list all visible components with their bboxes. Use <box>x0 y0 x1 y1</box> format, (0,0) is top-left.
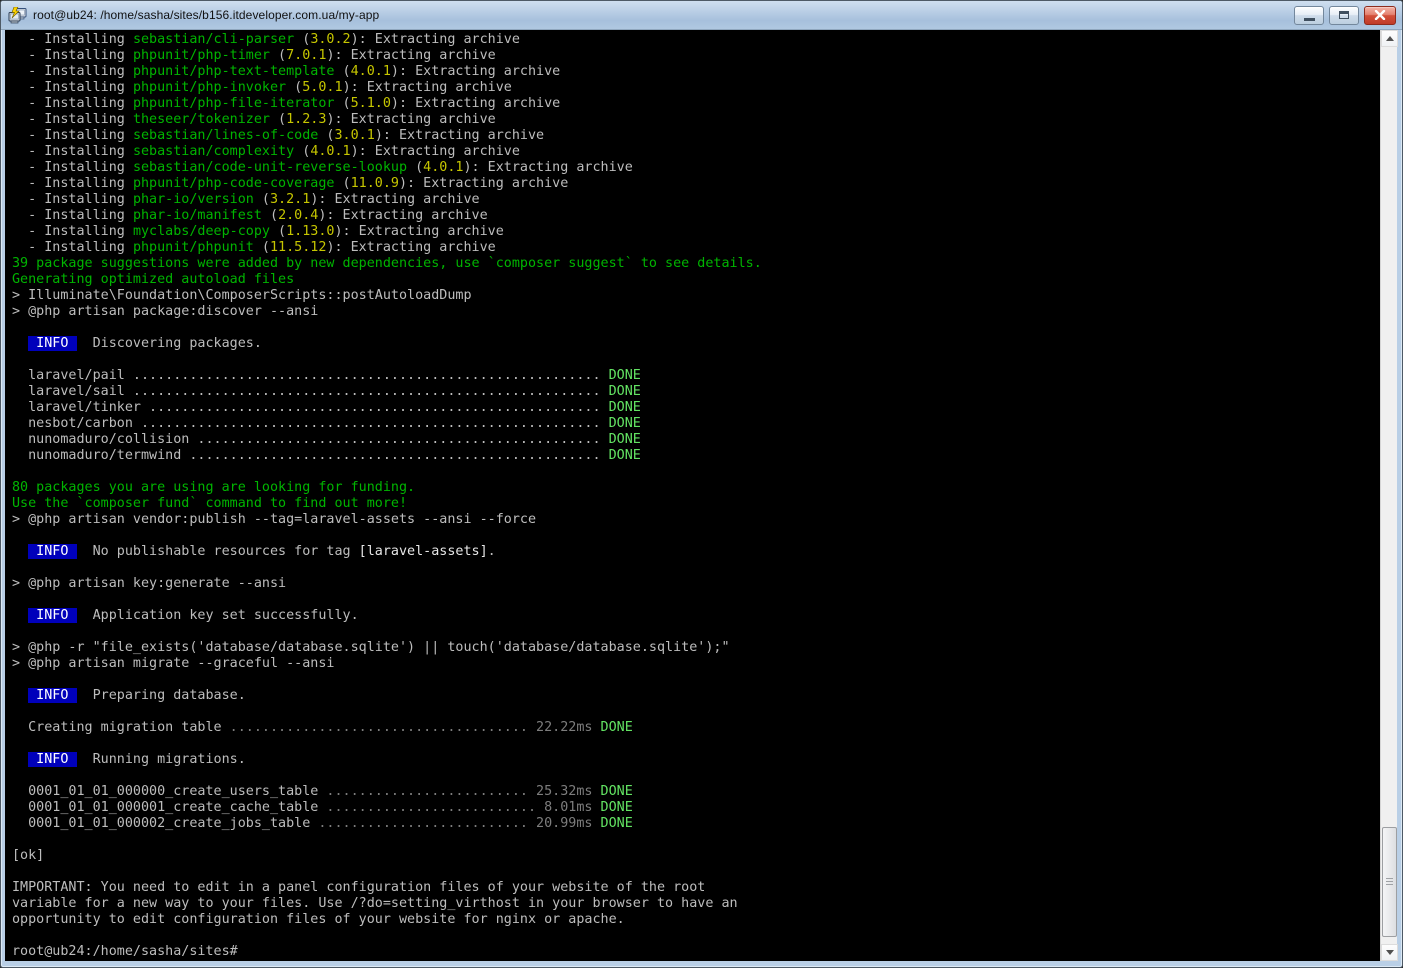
terminal-line: - Installing phar-io/version (3.2.1): Ex… <box>12 192 1380 208</box>
terminal-line: root@ub24:/home/sasha/sites# <box>12 944 1380 960</box>
terminal-line <box>12 864 1380 880</box>
terminal-line: nunomaduro/termwind ....................… <box>12 448 1380 464</box>
window-content: - Installing sebastian/cli-parser (3.0.2… <box>1 30 1402 967</box>
terminal-line <box>12 320 1380 336</box>
terminal-line <box>12 560 1380 576</box>
scroll-up-button[interactable] <box>1381 30 1398 47</box>
terminal-line <box>12 624 1380 640</box>
terminal-line: INFO Application key set successfully. <box>12 608 1380 624</box>
terminal-line: Generating optimized autoload files <box>12 272 1380 288</box>
info-badge: INFO <box>28 688 76 703</box>
terminal-line: - Installing phpunit/php-code-coverage (… <box>12 176 1380 192</box>
terminal-line: opportunity to edit configuration files … <box>12 912 1380 928</box>
maximize-icon <box>1339 11 1349 19</box>
terminal-line: - Installing phpunit/php-text-template (… <box>12 64 1380 80</box>
terminal-line: > @php -r "file_exists('database/databas… <box>12 640 1380 656</box>
putty-terminal-icon[interactable] <box>8 7 28 24</box>
terminal-line: 39 package suggestions were added by new… <box>12 256 1380 272</box>
terminal-output[interactable]: - Installing sebastian/cli-parser (3.0.2… <box>5 30 1380 961</box>
terminal-line: > @php artisan migrate --graceful --ansi <box>12 656 1380 672</box>
terminal-line: nunomaduro/collision ...................… <box>12 432 1380 448</box>
terminal-line: 0001_01_01_000000_create_users_table ...… <box>12 784 1380 800</box>
close-button[interactable] <box>1364 6 1396 25</box>
minimize-icon <box>1304 18 1315 21</box>
terminal-line: > @php artisan vendor:publish --tag=lara… <box>12 512 1380 528</box>
terminal-line: INFO Preparing database. <box>12 688 1380 704</box>
terminal-line: INFO Running migrations. <box>12 752 1380 768</box>
terminal-line: - Installing phpunit/php-timer (7.0.1): … <box>12 48 1380 64</box>
terminal-line <box>12 928 1380 944</box>
terminal-line <box>12 704 1380 720</box>
terminal-line: - Installing sebastian/code-unit-reverse… <box>12 160 1380 176</box>
terminal-line: 0001_01_01_000002_create_jobs_table ....… <box>12 816 1380 832</box>
terminal-line: - Installing theseer/tokenizer (1.2.3): … <box>12 112 1380 128</box>
scroll-up-arrow <box>1386 36 1394 41</box>
terminal-line: > @php artisan package:discover --ansi <box>12 304 1380 320</box>
terminal-line <box>12 672 1380 688</box>
terminal-line: 0001_01_01_000001_create_cache_table ...… <box>12 800 1380 816</box>
terminal-line: variable for a new way to your files. Us… <box>12 896 1380 912</box>
title-bar[interactable]: root@ub24: /home/sasha/sites/b156.itdeve… <box>1 1 1402 30</box>
terminal-line: [ok] <box>12 848 1380 864</box>
maximize-button[interactable] <box>1329 6 1359 25</box>
terminal-line: Use the `composer fund` command to find … <box>12 496 1380 512</box>
terminal-line: laravel/pail ...........................… <box>12 368 1380 384</box>
terminal-line: - Installing phpunit/phpunit (11.5.12): … <box>12 240 1380 256</box>
terminal-line: - Installing sebastian/complexity (4.0.1… <box>12 144 1380 160</box>
scroll-down-arrow <box>1386 950 1394 955</box>
terminal-line: INFO No publishable resources for tag [l… <box>12 544 1380 560</box>
terminal-line: nesbot/carbon ..........................… <box>12 416 1380 432</box>
terminal-line: - Installing phar-io/manifest (2.0.4): E… <box>12 208 1380 224</box>
terminal-line: - Installing phpunit/php-file-iterator (… <box>12 96 1380 112</box>
minimize-button[interactable] <box>1294 6 1324 25</box>
terminal-line <box>12 528 1380 544</box>
info-badge: INFO <box>28 608 76 623</box>
terminal-line: - Installing sebastian/lines-of-code (3.… <box>12 128 1380 144</box>
scrollbar[interactable] <box>1380 30 1397 961</box>
terminal-line: INFO Discovering packages. <box>12 336 1380 352</box>
terminal-line: Creating migration table ...............… <box>12 720 1380 736</box>
window-title: root@ub24: /home/sasha/sites/b156.itdeve… <box>33 8 1294 22</box>
terminal-line <box>12 768 1380 784</box>
terminal-line <box>12 736 1380 752</box>
info-badge: INFO <box>28 336 76 351</box>
terminal-line: > @php artisan key:generate --ansi <box>12 576 1380 592</box>
terminal-line <box>12 592 1380 608</box>
terminal-line <box>12 832 1380 848</box>
terminal-line: - Installing myclabs/deep-copy (1.13.0):… <box>12 224 1380 240</box>
terminal-line: - Installing sebastian/cli-parser (3.0.2… <box>12 32 1380 48</box>
scrollbar-thumb[interactable] <box>1382 827 1397 937</box>
scroll-down-button[interactable] <box>1381 944 1398 961</box>
terminal-line: IMPORTANT: You need to edit in a panel c… <box>12 880 1380 896</box>
info-badge: INFO <box>28 544 76 559</box>
terminal-line <box>12 464 1380 480</box>
window-controls <box>1294 6 1396 25</box>
terminal-line: 80 packages you are using are looking fo… <box>12 480 1380 496</box>
terminal-line: > Illuminate\Foundation\ComposerScripts:… <box>12 288 1380 304</box>
terminal-line: laravel/sail ...........................… <box>12 384 1380 400</box>
info-badge: INFO <box>28 752 76 767</box>
terminal-window: root@ub24: /home/sasha/sites/b156.itdeve… <box>0 0 1403 968</box>
terminal-line: - Installing phpunit/php-invoker (5.0.1)… <box>12 80 1380 96</box>
close-icon <box>1374 10 1386 20</box>
terminal-line: laravel/tinker .........................… <box>12 400 1380 416</box>
terminal-line <box>12 352 1380 368</box>
